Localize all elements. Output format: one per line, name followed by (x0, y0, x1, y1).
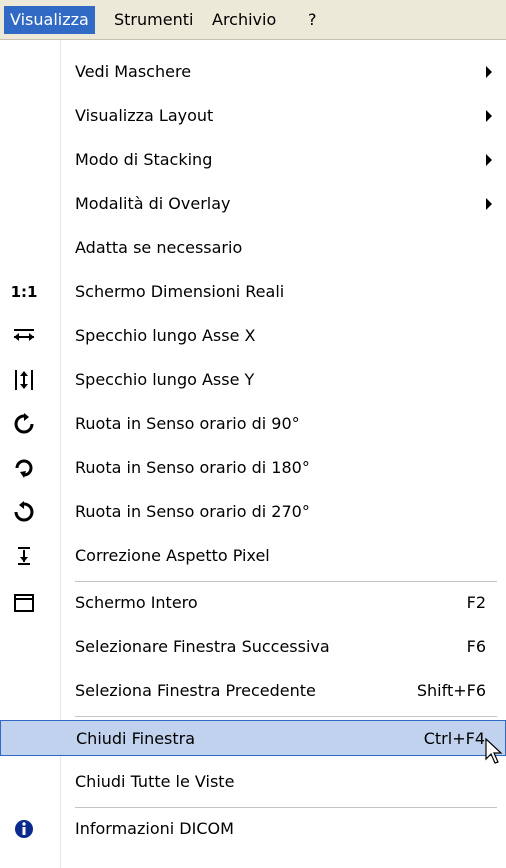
menu-item-label: Adatta se necessario (75, 238, 243, 257)
menu-item-label: Chiudi Tutte le Viste (75, 772, 235, 791)
menu-item-label: Schermo Intero (75, 593, 198, 612)
menu-item-label: Modalità di Overlay (75, 194, 231, 213)
rotate-270-icon (12, 500, 36, 524)
menu-archivio[interactable]: Archivio (206, 6, 282, 34)
menu-item-vedi-maschere[interactable]: Vedi Maschere (0, 54, 506, 90)
submenu-arrow-icon (486, 110, 492, 122)
menu-separator (75, 716, 497, 717)
menu-item-label: Specchio lungo Asse X (75, 326, 256, 345)
menu-item-label: Schermo Dimensioni Reali (75, 282, 285, 301)
menu-item-ruota-90[interactable]: Ruota in Senso orario di 90° (0, 406, 506, 442)
menu-item-specchio-y[interactable]: Specchio lungo Asse Y (0, 362, 506, 398)
menu-item-shortcut: F6 (466, 637, 486, 656)
menu-item-finestra-precedente[interactable]: Seleziona Finestra Precedente Shift+F6 (0, 673, 506, 709)
menu-item-shortcut: Ctrl+F4 (423, 729, 485, 748)
fullscreen-icon (12, 591, 36, 615)
submenu-arrow-icon (486, 66, 492, 78)
menu-item-specchio-x[interactable]: Specchio lungo Asse X (0, 318, 506, 354)
menu-item-aspetto-pixel[interactable]: Correzione Aspetto Pixel (0, 538, 506, 574)
menu-item-modo-stacking[interactable]: Modo di Stacking (0, 142, 506, 178)
menu-help[interactable]: ? (302, 6, 323, 34)
submenu-arrow-icon (486, 154, 492, 166)
menu-item-label: Specchio lungo Asse Y (75, 370, 255, 389)
menu-item-label: Seleziona Finestra Precedente (75, 681, 316, 700)
menu-item-shortcut: Shift+F6 (416, 681, 486, 700)
mouse-pointer-icon (485, 737, 503, 768)
menu-item-finestra-successiva[interactable]: Selezionare Finestra Successiva F6 (0, 629, 506, 665)
menu-item-label: Chiudi Finestra (76, 729, 196, 748)
menu-item-chiudi-finestra[interactable]: Chiudi Finestra Ctrl+F4 (0, 720, 506, 756)
menu-separator (75, 807, 497, 808)
rotate-180-icon (12, 456, 36, 480)
menu-item-informazioni-dicom[interactable]: Informazioni DICOM (0, 811, 506, 847)
menu-item-label: Informazioni DICOM (75, 819, 234, 838)
menu-item-label: Correzione Aspetto Pixel (75, 546, 270, 565)
menu-item-visualizza-layout[interactable]: Visualizza Layout (0, 98, 506, 134)
menu-item-label: Visualizza Layout (75, 106, 214, 125)
mirror-horizontal-icon (12, 324, 36, 348)
menu-item-schermo-intero[interactable]: Schermo Intero F2 (0, 585, 506, 621)
menu-strumenti[interactable]: Strumenti (108, 6, 199, 34)
menu-item-adatta[interactable]: Adatta se necessario (0, 230, 506, 266)
submenu-arrow-icon (486, 198, 492, 210)
menu-item-ruota-180[interactable]: Ruota in Senso orario di 180° (0, 450, 506, 486)
menu-separator (75, 581, 497, 582)
pixel-aspect-icon (12, 544, 36, 568)
menu-item-dimensioni-reali[interactable]: 1:1 Schermo Dimensioni Reali (0, 274, 506, 310)
visualizza-dropdown: Vedi Maschere Visualizza Layout Modo di … (0, 40, 506, 868)
menu-item-ruota-270[interactable]: Ruota in Senso orario di 270° (0, 494, 506, 530)
actual-size-icon: 1:1 (10, 283, 38, 301)
menu-item-label: Ruota in Senso orario di 270° (75, 502, 310, 521)
rotate-90-icon (12, 412, 36, 436)
mirror-vertical-icon (12, 368, 36, 392)
menu-item-modalita-overlay[interactable]: Modalità di Overlay (0, 186, 506, 222)
menu-item-label: Ruota in Senso orario di 90° (75, 414, 300, 433)
menu-item-chiudi-tutte[interactable]: Chiudi Tutte le Viste (0, 764, 506, 800)
menu-item-label: Vedi Maschere (75, 62, 192, 81)
info-icon (12, 817, 36, 841)
menu-visualizza[interactable]: Visualizza (4, 6, 95, 34)
menu-item-label: Selezionare Finestra Successiva (75, 637, 330, 656)
menu-item-label: Ruota in Senso orario di 180° (75, 458, 310, 477)
menu-item-shortcut: F2 (466, 593, 486, 612)
menu-item-label: Modo di Stacking (75, 150, 213, 169)
menu-bar: Visualizza Strumenti Archivio ? (0, 0, 506, 40)
